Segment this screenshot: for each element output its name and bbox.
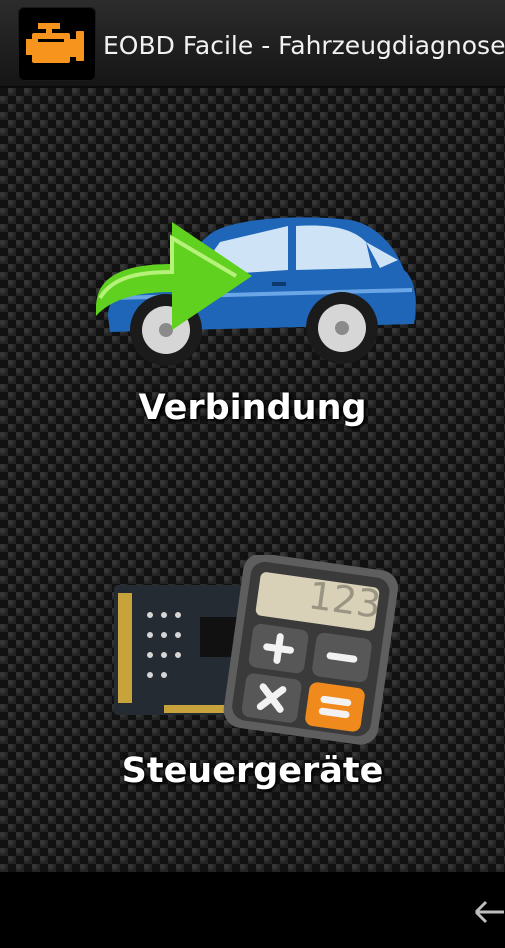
verbindung-label: Verbindung [138,388,367,428]
car-connect-icon [96,217,416,366]
engine-check-icon[interactable] [18,7,96,81]
menu-item-verbindung[interactable]: Verbindung [0,198,505,438]
steuergeraete-label: Steuergeräte [121,751,384,791]
app-title: EOBD Facile - Fahrzeugdiagnose [103,31,505,60]
carbon-background [0,0,505,948]
menu-item-steuergeraete[interactable]: 123 Steuergeräte [0,555,505,805]
calculator-display: 123 [306,573,384,627]
back-arrow-icon[interactable] [466,890,505,930]
navigation-bar [0,872,505,948]
svg-text:123: 123 [306,573,384,627]
action-bar: EOBD Facile - Fahrzeugdiagnose [0,0,505,88]
